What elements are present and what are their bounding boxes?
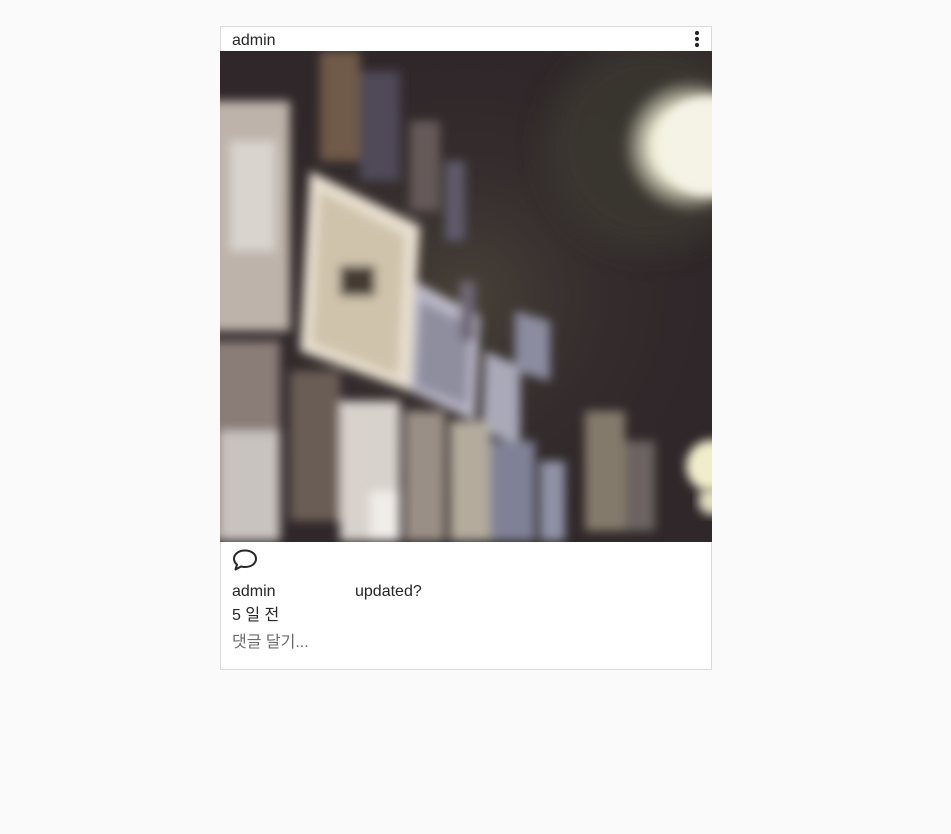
post-author-username[interactable]: admin [232,26,276,53]
caption-text: updated? [355,583,422,600]
comment-bubble-icon [233,549,257,571]
more-vertical-icon [694,30,700,48]
post-header: admin [221,27,711,51]
caption-username[interactable]: admin [232,582,355,602]
comment-input[interactable] [232,632,692,654]
post-timestamp: 5 일 전 [232,607,280,624]
comment-button[interactable] [232,548,258,572]
caption: admin updated? [221,582,711,602]
post-card: admin admin updated? 5 일 전 댓글 달기... [220,26,712,670]
post-photo[interactable] [220,51,712,542]
post-actions [221,542,711,576]
more-options-button[interactable] [689,28,705,50]
